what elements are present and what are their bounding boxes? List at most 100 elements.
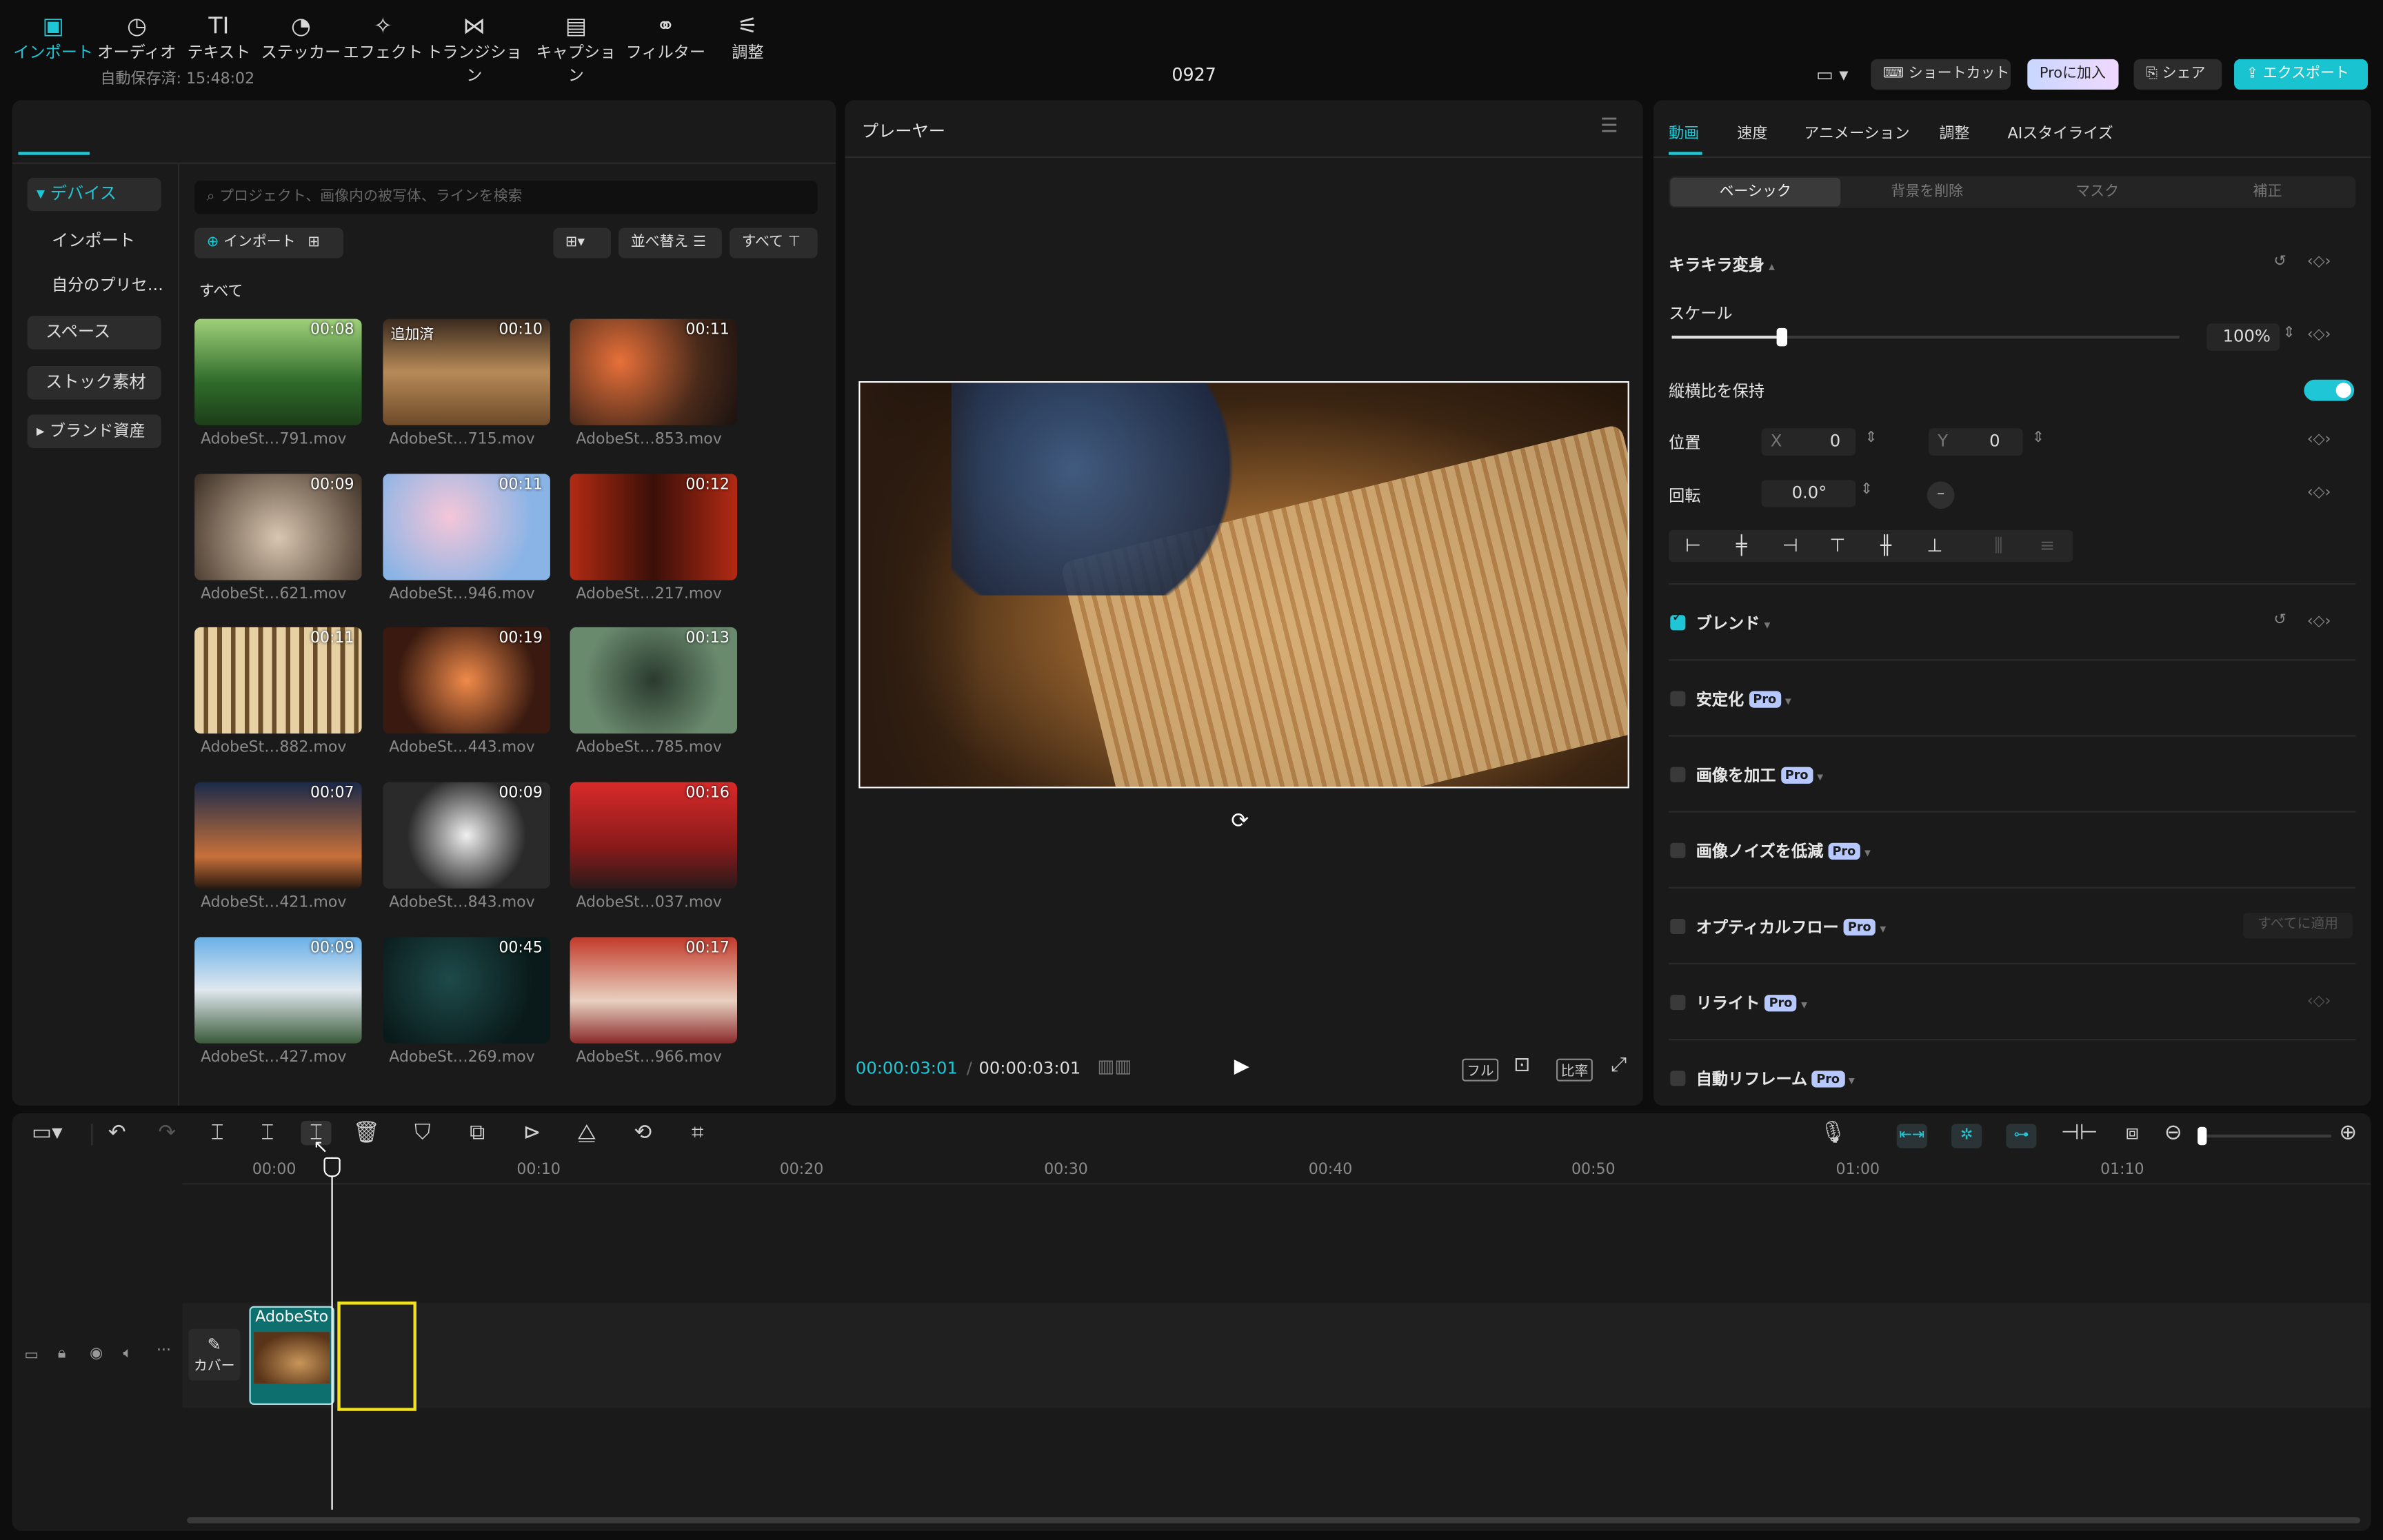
- tab-video[interactable]: 動画: [1669, 120, 1699, 143]
- zoom-out-icon[interactable]: ⊖: [2158, 1121, 2189, 1145]
- media-thumbnail[interactable]: 00:16: [570, 782, 737, 889]
- main-track-magnet-icon[interactable]: ⇤⇥: [1896, 1124, 1927, 1148]
- rotation-dial-icon[interactable]: –: [1927, 481, 1955, 509]
- blend-label[interactable]: ブレンド ▾: [1696, 612, 1771, 635]
- split-left-icon[interactable]: ⌶: [202, 1121, 232, 1145]
- fullscreen-icon[interactable]: ⤢: [1611, 1054, 1627, 1077]
- blend-keyframe-icon[interactable]: ‹◇›: [2307, 614, 2331, 630]
- zoom-slider-handle[interactable]: [2198, 1126, 2207, 1146]
- rotation-keyframe-icon[interactable]: ‹◇›: [2307, 485, 2331, 501]
- rotate-handle-icon[interactable]: ⟳: [1231, 809, 1249, 833]
- sidebar-item-space[interactable]: スペース: [27, 316, 161, 349]
- lock-icon[interactable]: 🔒︎: [58, 1346, 66, 1362]
- scale-slider-handle[interactable]: [1776, 327, 1787, 347]
- tab-ai-stylize[interactable]: AIスタイライズ: [2008, 120, 2113, 143]
- export-button[interactable]: ⇪ エクスポート: [2234, 59, 2368, 90]
- zoom-slider-track[interactable]: [2200, 1134, 2332, 1138]
- tab-caption[interactable]: ▤ キャプション: [530, 10, 621, 86]
- marker-icon[interactable]: ⛉: [408, 1121, 438, 1145]
- tab-adjust-inspector[interactable]: 調整: [1939, 120, 1969, 143]
- align-top-icon[interactable]: ⊤: [1824, 535, 1851, 556]
- enhance-label[interactable]: 画像を加工 Pro ▾: [1696, 764, 1823, 787]
- position-y-field[interactable]: Y0: [1929, 428, 2023, 456]
- align-center-v-icon[interactable]: ╫: [1872, 535, 1900, 556]
- enhance-checkbox[interactable]: [1670, 767, 1686, 782]
- search-input[interactable]: ⌕ プロジェクト、画像内の被写体、ラインを検索: [194, 181, 818, 214]
- waveform-icon[interactable]: ▥▥: [1097, 1055, 1132, 1077]
- undo-icon[interactable]: ↶: [102, 1121, 132, 1145]
- ratio-button[interactable]: 比率: [1556, 1058, 1593, 1082]
- time-ruler[interactable]: [182, 1157, 2371, 1185]
- scale-value-field[interactable]: 100%: [2206, 323, 2280, 351]
- horizontal-scrollbar[interactable]: [187, 1517, 2360, 1523]
- fit-frame-icon[interactable]: ⊡: [1514, 1054, 1530, 1077]
- tab-animation[interactable]: アニメーション: [1804, 120, 1909, 143]
- transform-section-title[interactable]: キラキラ変身 ▴: [1669, 254, 1775, 276]
- distribute-v-icon[interactable]: ≡: [2033, 535, 2061, 556]
- stabilize-checkbox[interactable]: [1670, 691, 1686, 707]
- visibility-icon[interactable]: ◉: [90, 1346, 103, 1362]
- media-thumbnail[interactable]: 00:09: [383, 782, 550, 889]
- playhead-handle[interactable]: [323, 1157, 341, 1177]
- align-right-icon[interactable]: ⊣: [1777, 535, 1804, 556]
- subtab-basic[interactable]: ベーシック: [1670, 177, 1841, 207]
- full-quality-button[interactable]: フル: [1462, 1058, 1499, 1082]
- menu-icon[interactable]: ☰: [1600, 115, 1618, 138]
- freeze-icon[interactable]: ⧉: [462, 1121, 492, 1145]
- rotation-stepper-icon[interactable]: ⇕: [1860, 481, 1873, 498]
- share-button[interactable]: ⎘ シェア: [2133, 59, 2222, 90]
- layout-icon[interactable]: ▭ ▾: [1816, 64, 1849, 85]
- media-thumbnail[interactable]: 00:11: [383, 474, 550, 580]
- media-thumbnail[interactable]: 00:10 追加済: [383, 318, 550, 425]
- sidebar-item-stock[interactable]: ストック素材: [27, 365, 161, 400]
- sidebar-item-import[interactable]: インポート: [33, 225, 167, 258]
- apply-all-button[interactable]: すべてに適用: [2243, 913, 2353, 939]
- reset-icon[interactable]: ↺: [2273, 254, 2286, 270]
- media-thumbnail[interactable]: 00:17: [570, 937, 737, 1044]
- sidebar-item-device[interactable]: ▾ デバイス: [27, 177, 161, 212]
- align-bottom-icon[interactable]: ⊥: [1921, 535, 1949, 556]
- blend-reset-icon[interactable]: ↺: [2273, 612, 2286, 629]
- media-thumbnail[interactable]: 00:45: [383, 937, 550, 1044]
- media-thumbnail[interactable]: 00:19: [383, 627, 550, 734]
- auto-reframe-label[interactable]: 自動リフレーム Pro ▾: [1696, 1068, 1855, 1091]
- linkage-icon[interactable]: ⊶: [2006, 1124, 2037, 1148]
- audio-mute-icon[interactable]: 🔈︎: [123, 1346, 132, 1362]
- subtab-correction[interactable]: 補正: [2182, 178, 2353, 207]
- cover-button[interactable]: ✎ カバー: [188, 1328, 241, 1381]
- media-thumbnail[interactable]: 00:09: [194, 474, 362, 580]
- shortcut-button[interactable]: ⌨ ショートカット: [1871, 59, 2011, 90]
- keyframe-icon[interactable]: ‹◇›: [2307, 254, 2331, 270]
- split-right-icon[interactable]: ⌶: [252, 1121, 283, 1145]
- zoom-fit-icon[interactable]: ⧈: [2117, 1121, 2147, 1145]
- subtab-mask[interactable]: マスク: [2012, 178, 2182, 207]
- tab-filter[interactable]: ⚭ フィルター: [623, 10, 708, 63]
- media-thumbnail[interactable]: 00:13: [570, 627, 737, 734]
- auto-reframe-checkbox[interactable]: [1670, 1071, 1686, 1086]
- video-clip[interactable]: AdobeSto: [249, 1306, 334, 1405]
- speed-icon[interactable]: ⊳: [516, 1121, 547, 1145]
- tab-transition[interactable]: ⋈ トランジション: [424, 10, 524, 86]
- mirror-icon[interactable]: ⧋: [572, 1121, 602, 1145]
- optical-flow-checkbox[interactable]: [1670, 918, 1686, 934]
- tab-effect[interactable]: ✧ エフェクト: [342, 10, 424, 63]
- relight-keyframe-icon[interactable]: ‹◇›: [2307, 993, 2331, 1010]
- tab-text[interactable]: TI テキスト: [178, 10, 260, 63]
- position-keyframe-icon[interactable]: ‹◇›: [2307, 432, 2331, 448]
- sidebar-item-brand[interactable]: ▸ ブランド資産: [27, 414, 161, 448]
- tab-speed[interactable]: 速度: [1737, 120, 1767, 143]
- position-x-stepper-icon[interactable]: ⇕: [1864, 430, 1877, 447]
- optical-flow-label[interactable]: オプティカルフロー Pro ▾: [1696, 916, 1886, 939]
- position-x-field[interactable]: X0: [1761, 428, 1856, 456]
- auto-snap-icon[interactable]: ✲: [1951, 1124, 1982, 1148]
- scale-stepper-icon[interactable]: ⇕: [2283, 325, 2295, 341]
- crop-icon[interactable]: ⌗: [683, 1121, 713, 1145]
- sidebar-item-presets[interactable]: 自分のプリセ…: [33, 269, 167, 302]
- video-preview[interactable]: [858, 381, 1629, 789]
- tab-sticker[interactable]: ◔ ステッカー: [260, 10, 342, 63]
- delete-icon[interactable]: 🗑: [351, 1121, 381, 1145]
- rotate-icon[interactable]: ⟲: [627, 1121, 658, 1145]
- playhead[interactable]: [331, 1157, 333, 1510]
- subtab-remove-bg[interactable]: 背景を削除: [1842, 178, 2012, 207]
- align-center-h-icon[interactable]: ╪: [1728, 535, 1756, 556]
